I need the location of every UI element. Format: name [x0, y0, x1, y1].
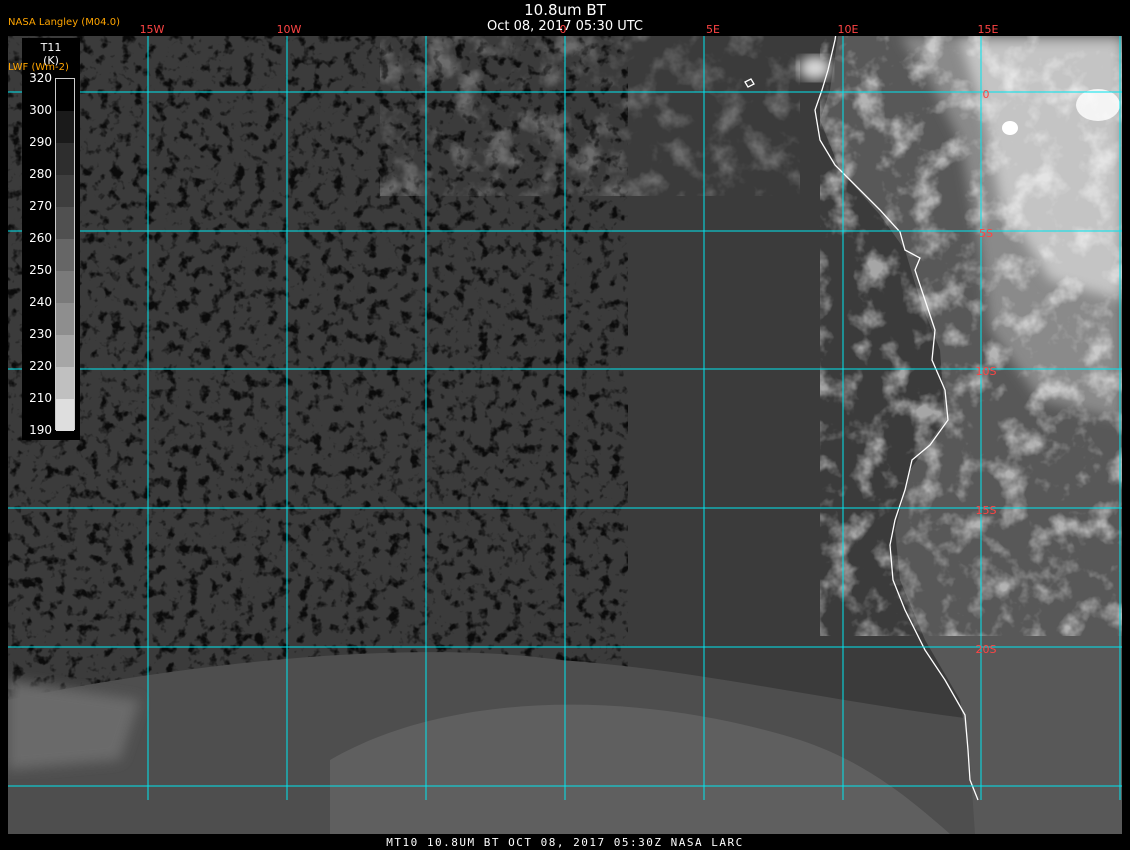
legend-swatch [56, 271, 74, 303]
legend-value-label: 280 [29, 167, 52, 181]
latitude-label: 10S [976, 365, 997, 378]
latitude-label: 20S [976, 643, 997, 656]
map-timestamp: Oct 08, 2017 05:30 UTC [487, 19, 643, 34]
legend-value-label: 290 [29, 135, 52, 149]
legend-swatch [56, 367, 74, 399]
latitude-label: 5S [979, 227, 993, 240]
legend-value-label: 320 [29, 71, 52, 85]
legend-title: T11 [40, 41, 62, 54]
legend-swatch [56, 303, 74, 335]
legend-value-label: 300 [29, 103, 52, 117]
latitude-label: 15S [976, 504, 997, 517]
color-legend: T11 (K) 320 300 290 280 270 260 250 240 230 220 21… [22, 38, 80, 440]
legend-value-label: 190 [29, 423, 52, 437]
legend-sub-label: LWF (Wm-2) [8, 62, 69, 73]
legend-swatch [56, 399, 74, 431]
legend-value-label: 210 [29, 391, 52, 405]
legend-value-label: 220 [29, 359, 52, 373]
satellite-map: 15W 10W 0 5E 10E 15E 05S10S15S20S [8, 23, 1122, 834]
map-title: 10.8um BT [524, 1, 606, 19]
legend-swatch [56, 111, 74, 143]
footer-caption: MT10 10.8UM BT OCT 08, 2017 05:30Z NASA … [386, 836, 744, 849]
legend-value-label: 270 [29, 199, 52, 213]
legend-value-label: 260 [29, 231, 52, 245]
legend-value-label: 240 [29, 295, 52, 309]
legend-swatch [56, 207, 74, 239]
legend-swatch [56, 335, 74, 367]
org-label: NASA Langley (M04.0) [8, 17, 120, 28]
legend-swatch [56, 79, 74, 111]
legend-value-label: 230 [29, 327, 52, 341]
legend-swatch [56, 175, 74, 207]
legend-swatch [56, 239, 74, 271]
legend-value-label: 250 [29, 263, 52, 277]
latitude-label: 0 [983, 88, 990, 101]
legend-swatch [56, 143, 74, 175]
